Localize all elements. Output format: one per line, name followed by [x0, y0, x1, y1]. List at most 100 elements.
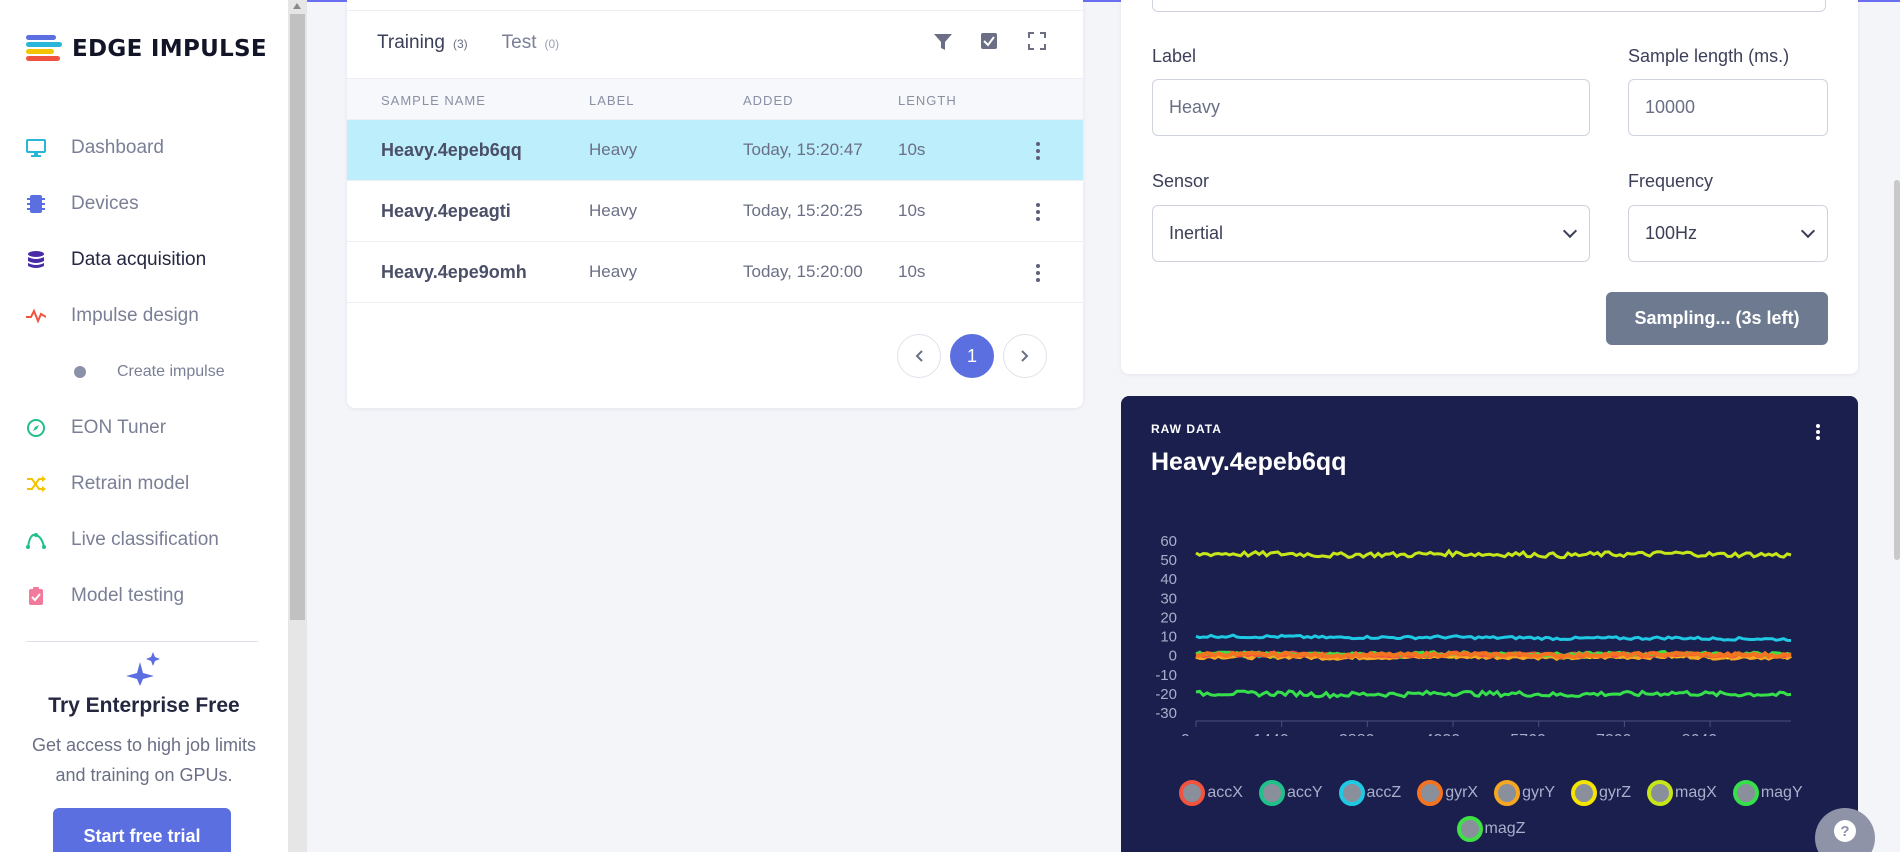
card-divider [347, 10, 1083, 11]
legend-swatch [1732, 780, 1759, 806]
sidebar: EDGE IMPULSE Dashboard Devices Data acqu… [0, 0, 288, 852]
legend-swatch [1179, 780, 1206, 806]
clipboard-check-icon [26, 586, 46, 606]
sidebar-item-impulse-design[interactable]: Impulse design [0, 296, 288, 336]
table-row[interactable]: Heavy.4epe9omh Heavy Today, 15:20:00 10s [347, 242, 1083, 303]
chevron-down-icon [1800, 223, 1816, 239]
x-tick-label: 0ms [1181, 732, 1211, 736]
sample-name: Heavy.4epeagti [381, 201, 511, 221]
sidebar-item-label: Model testing [71, 585, 185, 606]
sidebar-scrollbar-thumb[interactable] [290, 14, 305, 620]
promo-text: Get access to high job limits and traini… [31, 735, 257, 785]
chip-icon [26, 194, 46, 214]
legend-label: magY [1760, 784, 1803, 801]
column-header-added[interactable]: ADDED [743, 93, 794, 108]
legend-item-accY[interactable]: accY [1258, 780, 1323, 806]
database-icon [26, 250, 46, 270]
legend-item-gyrY[interactable]: gyrY [1494, 780, 1555, 806]
sample-length: 10s [898, 262, 926, 281]
chevron-left-icon [915, 350, 923, 362]
legend-item-gyrZ[interactable]: gyrZ [1571, 780, 1631, 806]
sensor-caption: Sensor [1152, 171, 1210, 191]
sample-length: 10s [898, 201, 926, 220]
monitor-icon [26, 138, 46, 158]
raw-data-menu-icon[interactable] [1816, 424, 1820, 442]
sidebar-item-devices[interactable]: Devices [0, 184, 288, 224]
sidebar-item-label: Retrain model [71, 473, 190, 494]
legend-item-magY[interactable]: magY [1732, 780, 1803, 806]
page-button-current[interactable]: 1 [950, 334, 994, 378]
expand-icon[interactable] [1028, 32, 1048, 52]
samples-table-card: Training (3) Test (0) SAMPLE NAME LABEL … [347, 0, 1083, 408]
row-menu-icon[interactable] [1036, 142, 1040, 160]
sample-added: Today, 15:20:25 [743, 201, 863, 220]
x-tick-label: 8640ms [1682, 732, 1739, 736]
start-sampling-button[interactable]: Sampling... (3s left) [1606, 292, 1828, 345]
legend-label: accX [1207, 784, 1243, 801]
sidebar-item-create-impulse[interactable]: Create impulse [0, 352, 288, 392]
sensor-select[interactable]: Inertial [1152, 205, 1590, 262]
tab-label: Test [501, 32, 537, 53]
chart-legend: accX accY accZ gyrX gyrY gyrZ magX magY magZ [1171, 780, 1811, 842]
sidebar-item-model-testing[interactable]: Model testing [0, 576, 288, 616]
legend-item-magX[interactable]: magX [1647, 780, 1717, 806]
filter-icon[interactable] [933, 32, 953, 52]
y-tick-label: -20 [1155, 686, 1177, 703]
sidebar-scrollbar[interactable] [288, 0, 307, 852]
row-menu-icon[interactable] [1036, 203, 1040, 221]
tab-label: Training [377, 32, 445, 53]
legend-swatch [1258, 780, 1285, 806]
y-tick-label: 20 [1160, 609, 1177, 626]
legend-item-gyrX[interactable]: gyrX [1417, 780, 1478, 806]
legend-item-magZ[interactable]: magZ [1456, 816, 1526, 842]
device-select[interactable] [1152, 0, 1826, 12]
sample-length-input[interactable]: 10000 [1628, 79, 1828, 136]
raw-data-heading: RAW DATA [1151, 422, 1222, 436]
column-header-label[interactable]: LABEL [589, 93, 634, 108]
sidebar-item-data-acquisition[interactable]: Data acquisition [0, 240, 288, 280]
y-tick-label: -10 [1155, 667, 1177, 684]
y-tick-label: 0 [1169, 648, 1177, 665]
x-tick-label: 1440ms [1253, 732, 1310, 736]
legend-item-accZ[interactable]: accZ [1338, 780, 1401, 806]
sidebar-item-label: Impulse design [71, 305, 199, 326]
column-header-length[interactable]: LENGTH [898, 93, 957, 108]
row-menu-icon[interactable] [1036, 264, 1040, 282]
sample-name: Heavy.4epe9omh [381, 262, 527, 282]
tab-test[interactable]: Test (0) [502, 32, 560, 54]
y-tick-label: 10 [1160, 629, 1177, 646]
table-row[interactable]: Heavy.4epeagti Heavy Today, 15:20:25 10s [347, 181, 1083, 242]
legend-label: gyrZ [1599, 784, 1632, 801]
label-input[interactable]: Heavy [1152, 79, 1590, 136]
legend-label: gyrY [1522, 784, 1556, 801]
prev-page-button[interactable] [897, 334, 941, 378]
frequency-value: 100Hz [1645, 223, 1698, 243]
legend-swatch [1338, 780, 1365, 806]
sidebar-item-live-classification[interactable]: Live classification [0, 520, 288, 560]
table-row[interactable]: Heavy.4epeb6qq Heavy Today, 15:20:47 10s [347, 120, 1083, 181]
dataset-tabs: Training (3) Test (0) [377, 32, 593, 54]
brand-logo[interactable]: EDGE IMPULSE [26, 35, 267, 63]
dot-icon [70, 362, 90, 382]
legend-swatch [1647, 780, 1674, 806]
select-checkbox-icon[interactable] [980, 32, 1000, 52]
legend-swatch [1494, 780, 1521, 806]
sidebar-item-dashboard[interactable]: Dashboard [0, 128, 288, 168]
column-header-sample-name[interactable]: SAMPLE NAME [381, 93, 486, 108]
tab-training[interactable]: Training (3) [377, 32, 468, 54]
sample-length-caption: Sample length (ms.) [1628, 46, 1790, 66]
scroll-up-arrow-icon[interactable] [293, 3, 301, 9]
sidebar-item-eon-tuner[interactable]: EON Tuner [0, 408, 288, 448]
legend-swatch [1417, 780, 1444, 806]
start-free-trial-button[interactable]: Start free trial [53, 808, 231, 852]
question-icon: ? [1834, 820, 1856, 842]
y-tick-label: 50 [1160, 552, 1177, 569]
next-page-button[interactable] [1003, 334, 1047, 378]
sidebar-divider [26, 641, 258, 642]
legend-label: magZ [1484, 820, 1526, 837]
page-scrollbar[interactable] [1894, 180, 1900, 560]
sidebar-item-retrain-model[interactable]: Retrain model [0, 464, 288, 504]
legend-label: magX [1675, 784, 1717, 801]
legend-item-accX[interactable]: accX [1179, 780, 1243, 806]
frequency-select[interactable]: 100Hz [1628, 205, 1828, 262]
